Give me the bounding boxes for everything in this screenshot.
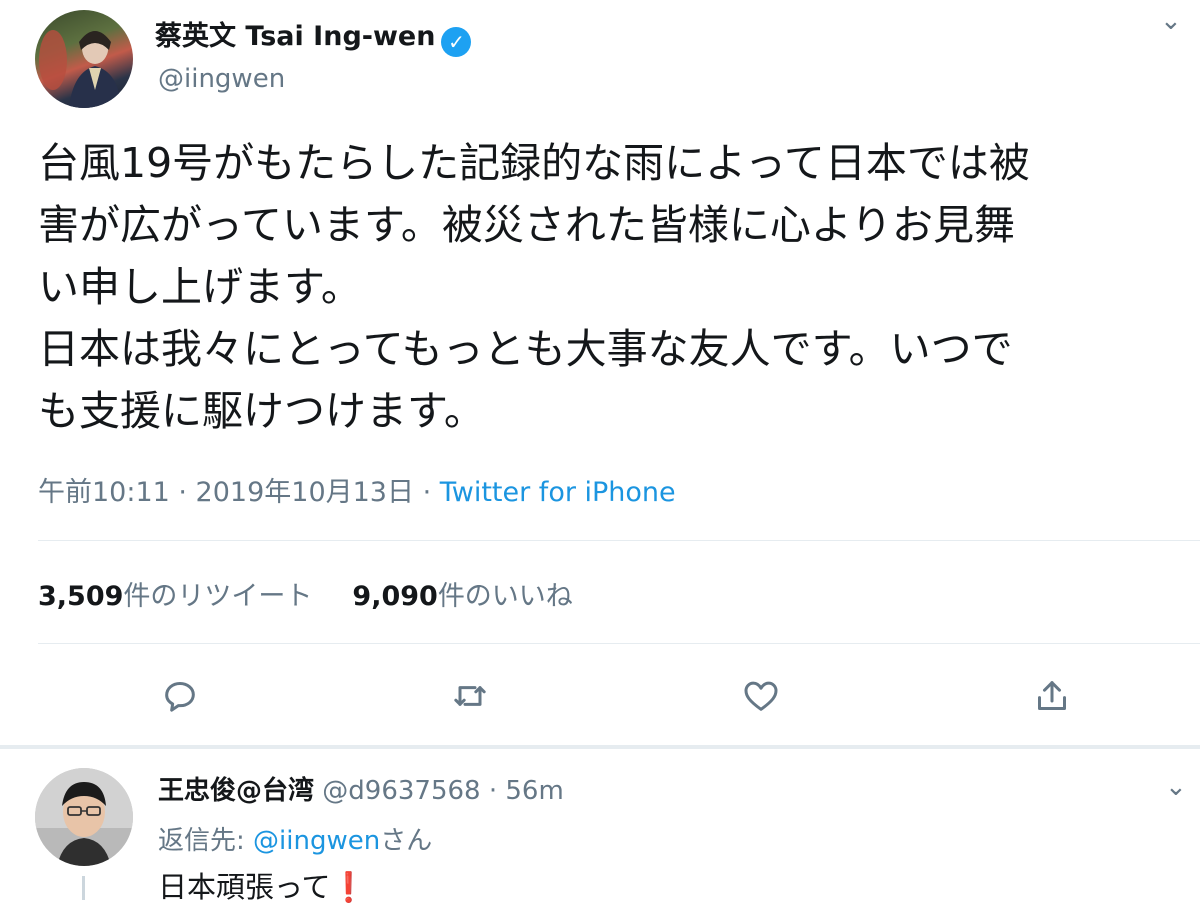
tweet-source-link[interactable]: Twitter for iPhone [440,477,676,508]
tweet-text: 台風19号がもたらした記録的な雨によって日本では被 害が広がっています。被災され… [38,139,1030,435]
reply-timestamp[interactable]: · 56m [489,776,564,806]
tweet-meta: 午前10:11 · 2019年10月13日 · Twitter for iPho… [38,470,676,509]
replying-suffix: さん [380,826,433,856]
retweet-label: 件のリツイート [123,581,313,612]
author-name[interactable]: 蔡英文 Tsai Ing-wen [155,21,435,52]
tweet-stats: 3,509件のリツイート 9,090件のいいね [38,574,573,613]
replying-label: 返信先: [158,826,254,856]
retweet-icon [454,686,486,706]
retweet-button[interactable] [446,672,494,720]
author-handle[interactable]: @iingwen [158,64,285,94]
author-avatar[interactable] [35,10,133,108]
like-button[interactable] [737,672,785,720]
replying-to: 返信先: @iingwenさん [158,820,432,857]
thread-line [82,876,85,900]
retweet-count: 3,509 [38,581,124,612]
divider [38,643,1200,644]
tweet-menu-chevron-icon[interactable]: ⌄ [1160,6,1182,36]
replying-mention-link[interactable]: @iingwen [253,826,380,856]
retweet-stat[interactable]: 3,509件のリツイート [38,581,312,612]
like-label: 件のいいね [437,581,573,612]
reply-author-name[interactable]: 王忠俊@台湾 [158,776,314,806]
reply-button[interactable] [156,672,204,720]
reply-author-handle[interactable]: @d9637568 [322,776,480,806]
like-count: 9,090 [352,581,438,612]
like-stat[interactable]: 9,090件のいいね [352,581,572,612]
tweet-timestamp[interactable]: 午前10:11 · 2019年10月13日 · [38,477,440,508]
author-name-row[interactable]: 蔡英文 Tsai Ing-wen ✓ [155,14,472,57]
share-button[interactable] [1028,672,1076,720]
section-separator [0,745,1200,749]
verified-badge-icon: ✓ [441,27,472,57]
reply-menu-chevron-icon[interactable]: ⌄ [1165,772,1187,802]
reply-header: 王忠俊@台湾 @d9637568 · 56m [158,770,564,807]
share-icon [1038,681,1066,710]
reply-author-avatar[interactable] [35,768,133,866]
like-icon [744,681,778,711]
reply-icon [165,682,195,712]
divider [38,540,1200,541]
